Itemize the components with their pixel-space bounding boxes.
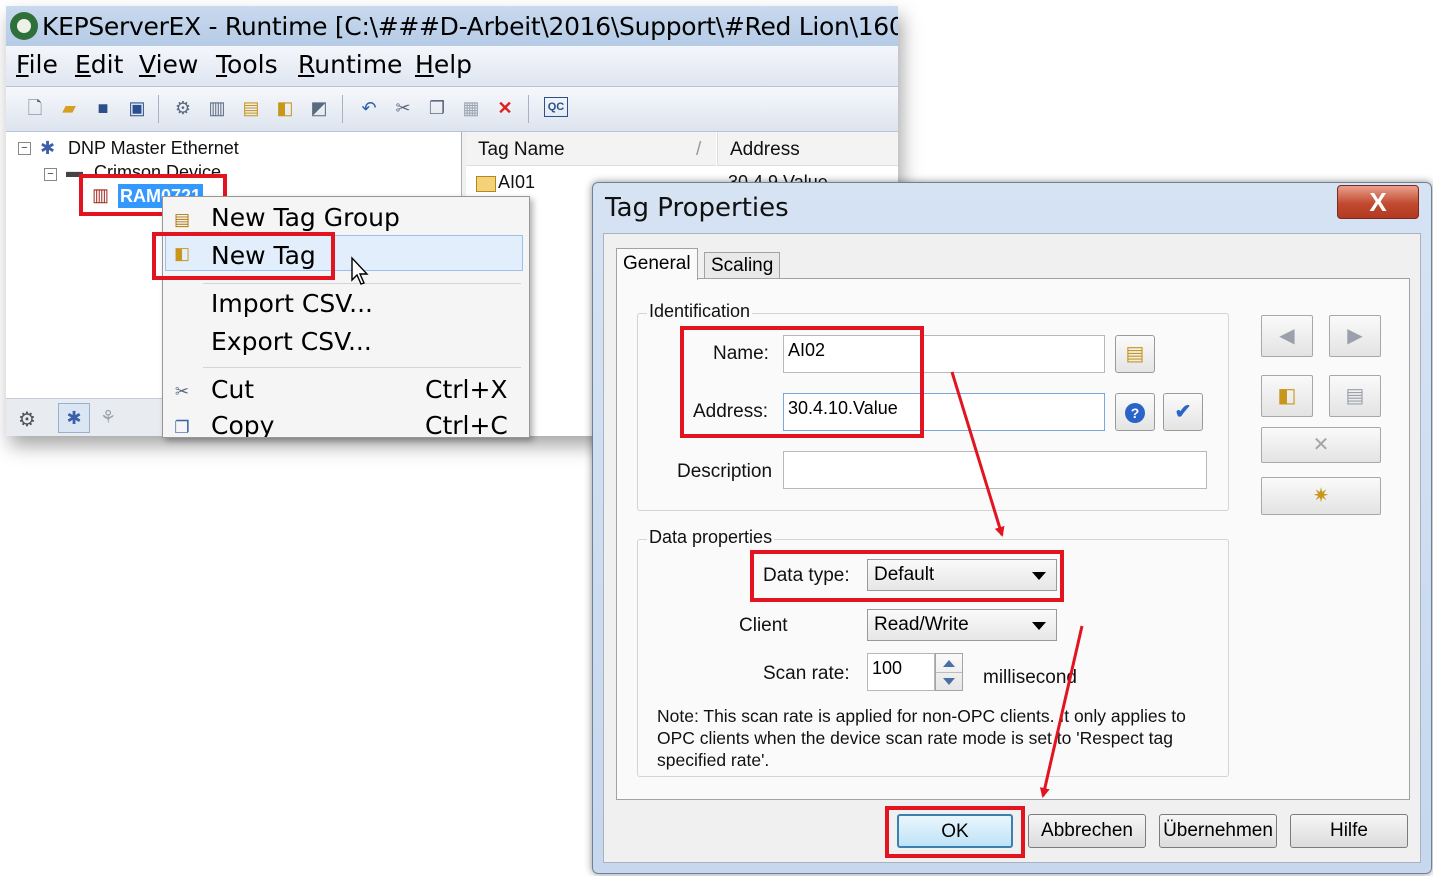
- annotation-arrows: [950, 371, 1084, 798]
- tab-general[interactable]: General: [616, 248, 698, 280]
